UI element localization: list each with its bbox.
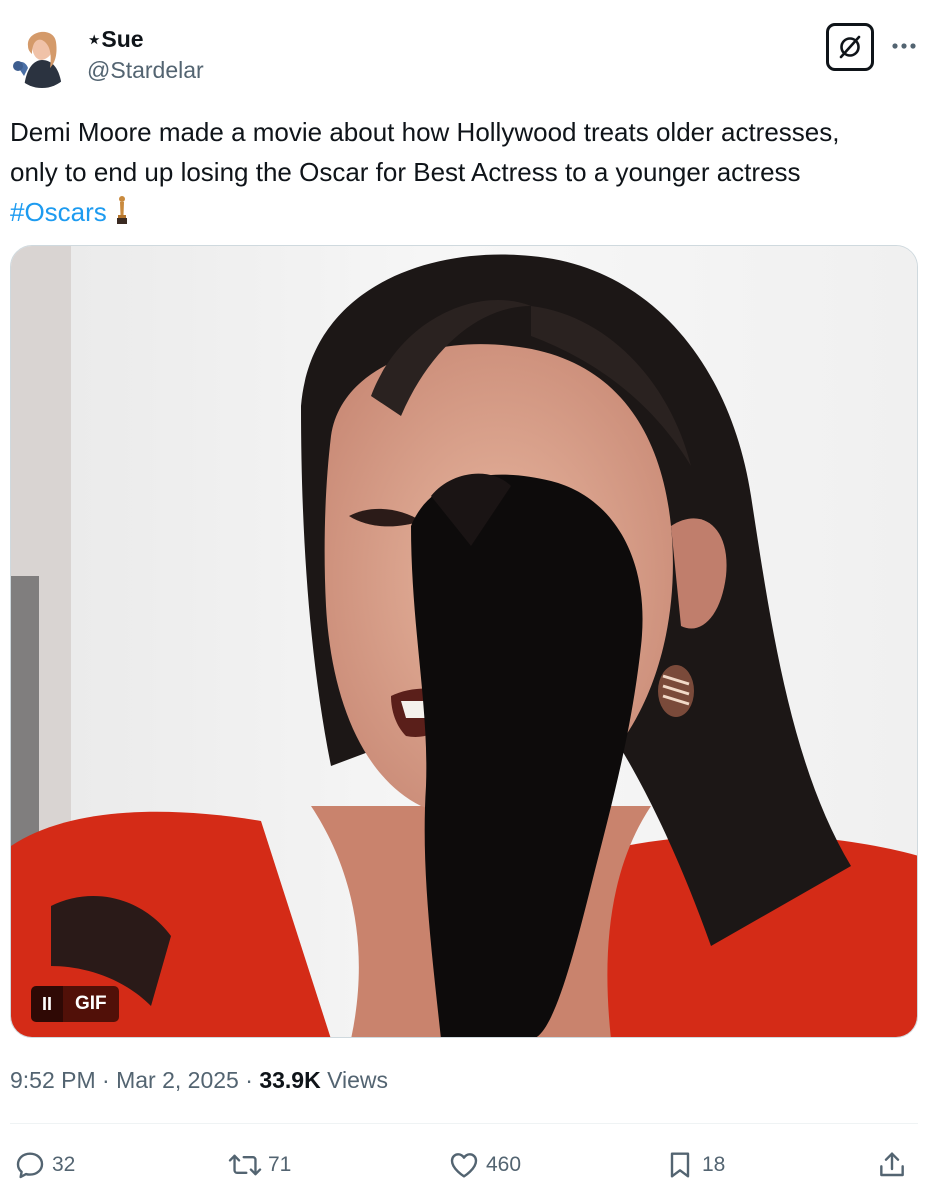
repost-button[interactable]: 71 <box>228 1145 291 1185</box>
gif-image <box>11 246 917 1037</box>
avatar[interactable] <box>10 24 74 88</box>
display-name[interactable]: ⋆Sue <box>87 26 144 53</box>
share-icon <box>880 1152 904 1177</box>
meta-separator: · <box>95 1067 117 1093</box>
heart-icon <box>450 1153 478 1178</box>
gif-label: GIF <box>63 986 119 1022</box>
tweet-meta: 9:52 PM · Mar 2, 2025 · 33.9K Views <box>10 1067 388 1094</box>
hashtag-link[interactable]: #Oscars <box>10 197 107 227</box>
bookmark-count: 18 <box>702 1153 726 1176</box>
gif-badge[interactable]: II GIF <box>31 986 119 1022</box>
avatar-illustration-icon <box>10 24 74 88</box>
tweet-card: ⋆Sue @Stardelar Demi Moore made a movie … <box>0 0 934 1200</box>
handle[interactable]: @Stardelar <box>87 57 204 84</box>
like-count: 460 <box>486 1153 522 1176</box>
tweet-date[interactable]: Mar 2, 2025 <box>116 1067 239 1093</box>
meta-separator: · <box>238 1067 260 1093</box>
more-dots-icon <box>892 43 916 49</box>
bookmark-button[interactable]: 18 <box>664 1145 725 1185</box>
grok-slash-icon <box>839 35 861 59</box>
oscar-trophy-icon <box>115 195 129 236</box>
tweet-text-line: Demi Moore made a movie about how Hollyw… <box>10 117 840 147</box>
tweet-text: Demi Moore made a movie about how Hollyw… <box>10 112 925 236</box>
reply-count: 32 <box>52 1153 76 1176</box>
share-button[interactable] <box>876 1145 908 1185</box>
pause-icon[interactable]: II <box>31 986 63 1022</box>
repost-icon <box>228 1154 262 1176</box>
divider <box>10 1123 918 1124</box>
tweet-text-line: only to end up losing the Oscar for Best… <box>10 157 801 187</box>
tweet-time[interactable]: 9:52 PM <box>10 1067 96 1093</box>
bookmark-icon <box>670 1152 690 1178</box>
gif-media[interactable]: II GIF <box>10 245 918 1038</box>
views-count[interactable]: 33.9K <box>259 1067 320 1093</box>
grok-button[interactable] <box>826 23 874 71</box>
more-options-button[interactable] <box>884 34 924 58</box>
views-label: Views <box>320 1067 389 1093</box>
reply-button[interactable]: 32 <box>14 1145 75 1185</box>
repost-count: 71 <box>268 1153 292 1176</box>
reply-icon <box>16 1152 44 1179</box>
like-button[interactable]: 460 <box>448 1145 521 1185</box>
